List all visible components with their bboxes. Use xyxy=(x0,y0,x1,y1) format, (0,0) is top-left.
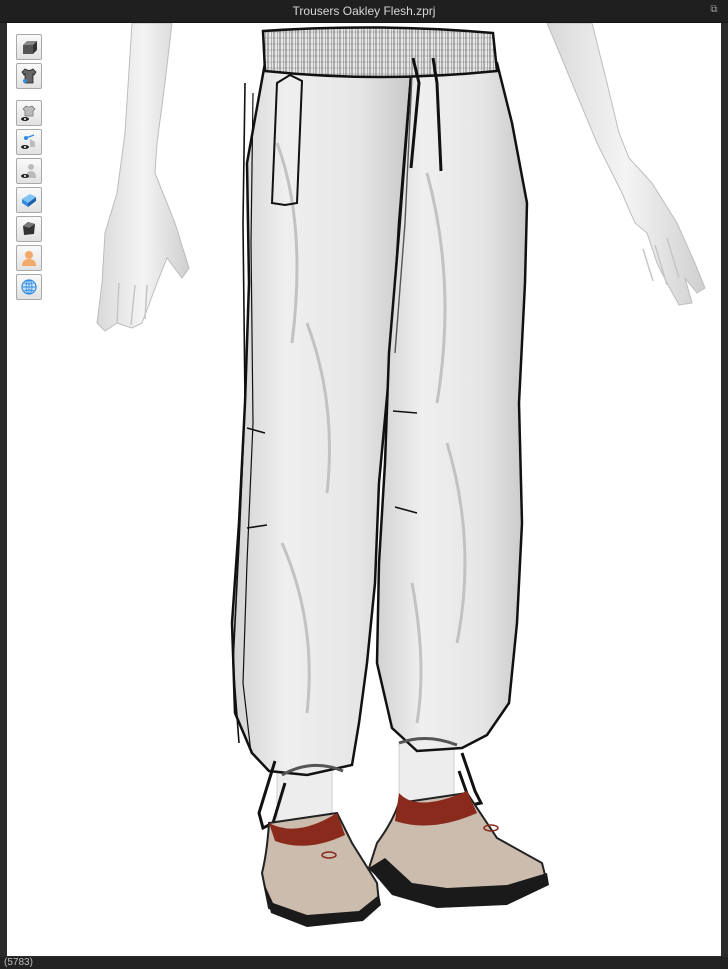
avatar-display-button[interactable] xyxy=(16,34,42,60)
toolbar-separator xyxy=(16,92,44,100)
trousers-garment xyxy=(230,26,529,831)
title-bar: Trousers Oakley Flesh.zprj ⧉ xyxy=(0,0,728,23)
3d-viewport[interactable] xyxy=(7,23,721,956)
status-text: (5783) xyxy=(4,957,33,968)
left-shoe xyxy=(260,811,381,927)
show-garment-button[interactable] xyxy=(16,100,42,126)
environment-globe-icon xyxy=(21,279,37,295)
avatar-display-icon xyxy=(23,41,37,54)
show-avatar-icon xyxy=(21,164,36,178)
detach-window-icon[interactable]: ⧉ xyxy=(708,4,720,16)
show-garment-icon xyxy=(21,105,36,121)
show-arrangement-points-icon xyxy=(21,134,35,149)
avatar-garment-scene xyxy=(96,23,706,927)
skin-avatar-icon xyxy=(22,251,36,266)
avatar-left-arm xyxy=(96,23,190,332)
environment-globe-button[interactable] xyxy=(16,274,42,300)
viewport-toolbar xyxy=(16,34,44,303)
garment-display-button[interactable] xyxy=(16,63,42,89)
window-title: Trousers Oakley Flesh.zprj xyxy=(292,4,436,18)
show-avatar-button[interactable] xyxy=(16,158,42,184)
render-mode-button[interactable] xyxy=(16,216,42,242)
texture-surface-icon xyxy=(22,194,36,207)
status-bar: (5783) xyxy=(0,957,728,969)
right-shoe xyxy=(367,791,549,908)
garment-display-icon xyxy=(21,68,37,84)
avatar-right-arm xyxy=(546,23,706,306)
texture-surface-button[interactable] xyxy=(16,187,42,213)
show-arrangement-points-button[interactable] xyxy=(16,129,42,155)
skin-avatar-button[interactable] xyxy=(16,245,42,271)
render-mode-icon xyxy=(23,222,35,235)
